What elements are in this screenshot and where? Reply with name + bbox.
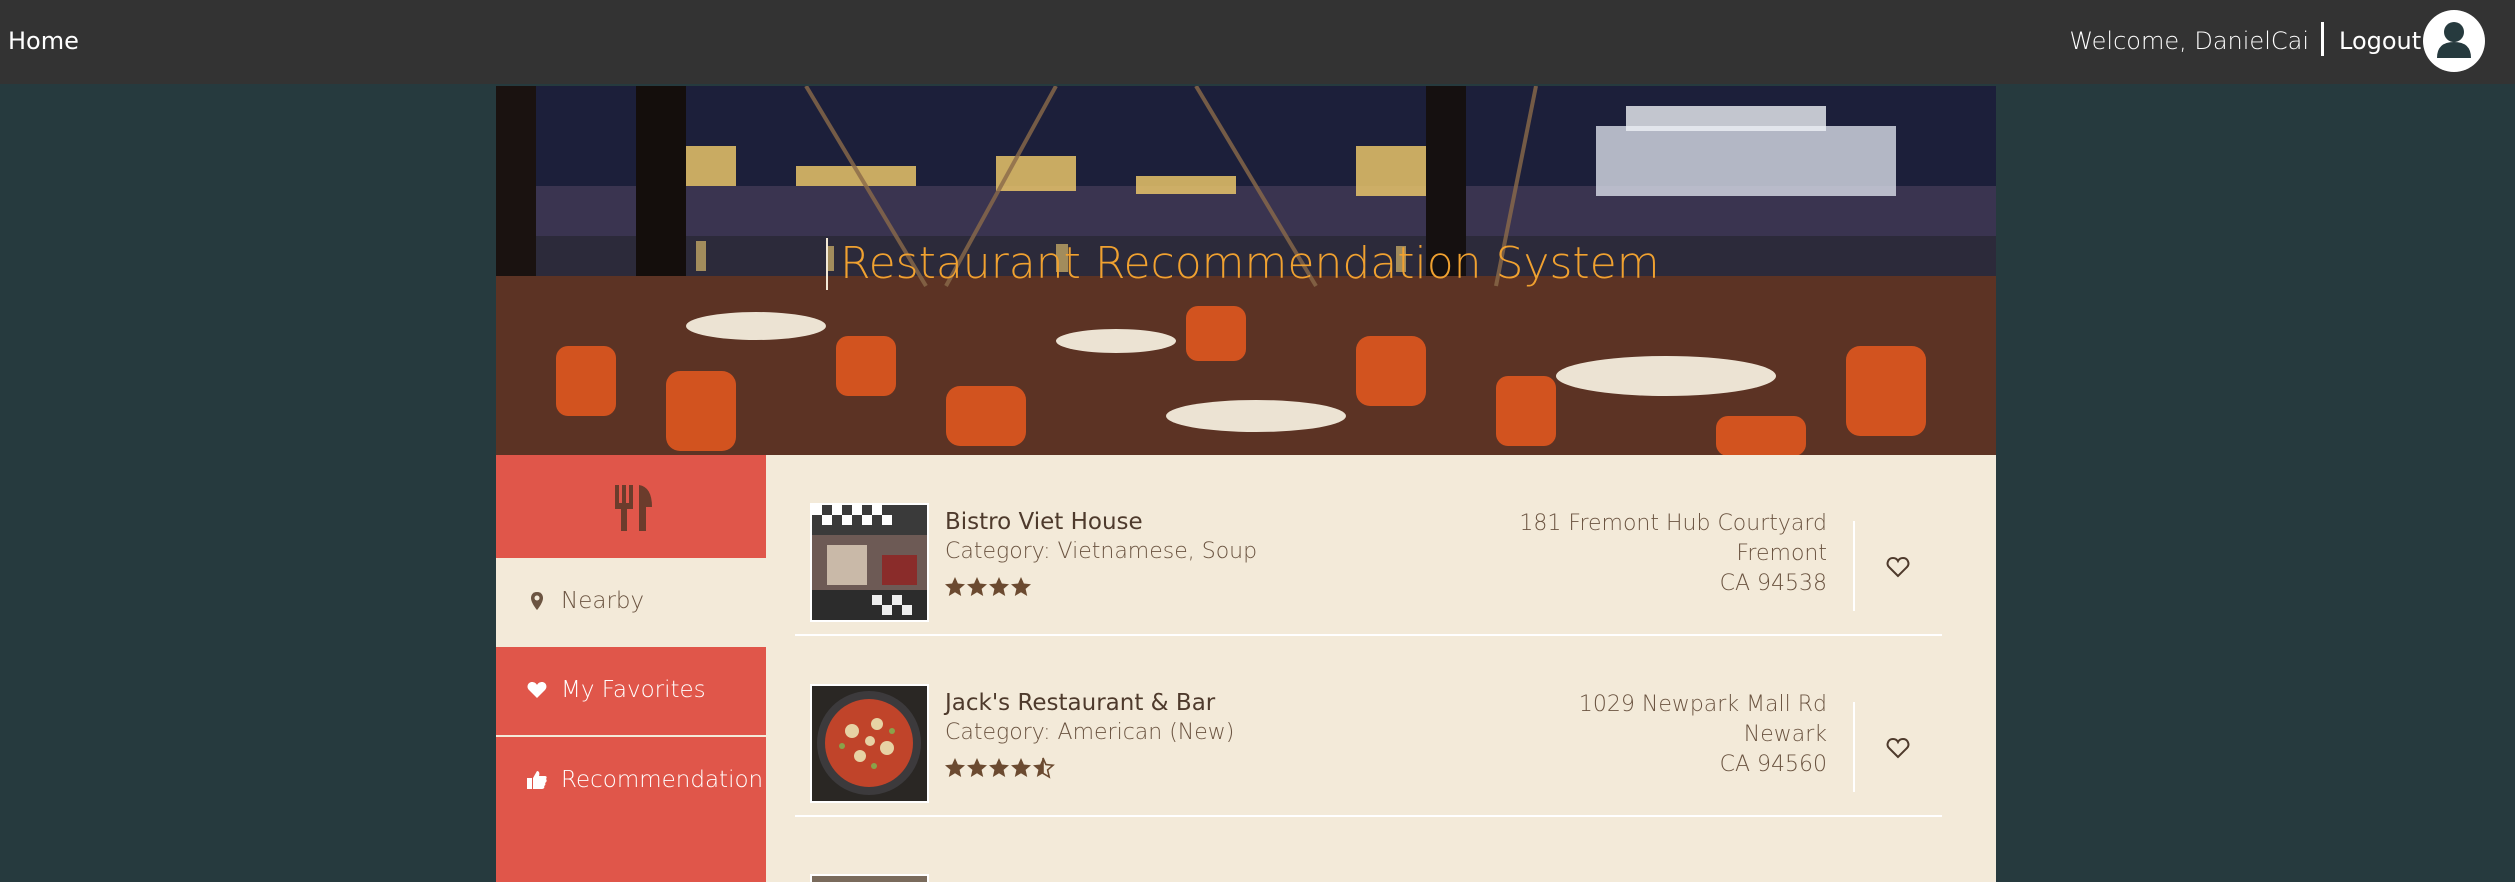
item-divider <box>1853 521 1855 611</box>
restaurant-thumbnail[interactable] <box>810 503 929 622</box>
address-line: Newark <box>1743 722 1827 747</box>
restaurant-category: Category: American (New) <box>945 720 1235 745</box>
list-item-partial[interactable] <box>810 874 929 882</box>
favorite-heart-icon[interactable] <box>1885 555 1911 579</box>
restaurant-name[interactable]: Bistro Viet House <box>945 507 1143 537</box>
restaurant-list: Bistro Viet House Category: Vietnamese, … <box>766 455 1996 882</box>
top-navbar: Home Welcome, DanielCai Logout <box>0 0 2515 84</box>
favorite-heart-icon[interactable] <box>1885 736 1911 760</box>
sidebar-logo <box>496 455 766 558</box>
sidebar-item-label: My Favorites <box>561 677 706 703</box>
sidebar-item-recommendation[interactable]: Recommendation <box>496 737 766 826</box>
heart-icon <box>527 682 547 698</box>
restaurant-name[interactable]: Jack's Restaurant & Bar <box>945 688 1215 718</box>
utensils-icon <box>615 485 652 531</box>
rating-stars <box>945 577 1031 596</box>
hero-banner: Restaurant Recommendation System <box>496 86 1996 455</box>
list-item[interactable]: Bistro Viet House Category: Vietnamese, … <box>795 455 1942 636</box>
rating-stars <box>945 757 1055 779</box>
address-line: Fremont <box>1736 541 1827 566</box>
main-container: Restaurant Recommendation System Nearby <box>496 86 1996 882</box>
list-item[interactable]: Jack's Restaurant & Bar Category: Americ… <box>795 636 1942 817</box>
hero-title: Restaurant Recommendation System <box>826 238 1660 290</box>
sidebar: Nearby My Favorites Recommendation <box>496 455 766 882</box>
home-link[interactable]: Home <box>8 24 79 58</box>
sidebar-item-my-favorites[interactable]: My Favorites <box>496 647 766 736</box>
restaurant-address: 1029 Newpark Mall Rd Newark CA 94560 <box>1579 690 1827 780</box>
sidebar-item-label: Nearby <box>561 588 645 614</box>
thumbs-up-icon <box>527 771 547 789</box>
sidebar-item-nearby[interactable]: Nearby <box>496 558 766 647</box>
address-line: CA 94560 <box>1719 752 1827 777</box>
row-divider <box>795 815 1942 817</box>
user-avatar-icon[interactable] <box>2423 10 2485 72</box>
item-divider <box>1853 702 1855 792</box>
welcome-message: Welcome, DanielCai <box>2069 27 2309 55</box>
sidebar-item-label: Recommendation <box>561 767 764 793</box>
restaurant-address: 181 Fremont Hub Courtyard Fremont CA 945… <box>1519 509 1827 599</box>
map-marker-icon <box>531 592 543 610</box>
address-line: CA 94538 <box>1719 571 1827 596</box>
logout-link[interactable]: Logout <box>2339 24 2421 58</box>
restaurant-thumbnail[interactable] <box>810 684 929 803</box>
address-line: 1029 Newpark Mall Rd <box>1578 692 1827 717</box>
address-line: 181 Fremont Hub Courtyard <box>1519 511 1827 536</box>
restaurant-category: Category: Vietnamese, Soup <box>945 539 1258 564</box>
navbar-divider <box>2321 22 2324 56</box>
